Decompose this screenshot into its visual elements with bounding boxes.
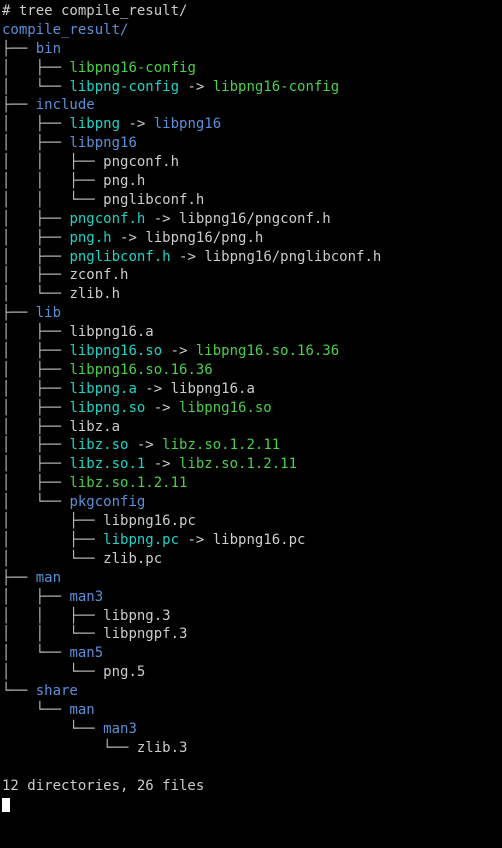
file-zlib-3: zlib.3: [137, 740, 188, 756]
file-libpng16-config: libpng16-config: [69, 60, 195, 76]
dir-include: include: [36, 97, 95, 113]
dir-share-man3: man3: [103, 721, 137, 737]
file-png-h: png.h: [103, 173, 145, 189]
tree-summary: 12 directories, 26 files: [2, 778, 204, 794]
file-pngconf-h: pngconf.h: [103, 154, 179, 170]
file-libpng16-so-16-36: libpng16.so.16.36: [69, 362, 212, 378]
dir-libpng16: libpng16: [69, 135, 136, 151]
symlink-target: libz.so.1.2.11: [162, 437, 280, 453]
symlink-libpng16-so: libpng16.so: [69, 343, 162, 359]
dir-pkgconfig: pkgconfig: [69, 494, 145, 510]
file-libpngpf-3: libpngpf.3: [103, 626, 187, 642]
symlink-libz-so: libz.so: [69, 437, 128, 453]
file-libpng16-pc: libpng16.pc: [103, 513, 196, 529]
dir-bin: bin: [36, 41, 61, 57]
dir-lib: lib: [36, 305, 61, 321]
file-libpng16-a: libpng16.a: [69, 324, 153, 340]
file-png-5: png.5: [103, 664, 145, 680]
symlink-target: libpng16/pngconf.h: [179, 211, 331, 227]
file-pnglibconf-h: pnglibconf.h: [103, 192, 204, 208]
symlink-target: libpng16: [154, 116, 221, 132]
symlink-libpng-so: libpng.so: [69, 400, 145, 416]
symlink-pngconf-h: pngconf.h: [69, 211, 145, 227]
symlink-libpng-config: libpng-config: [69, 79, 179, 95]
file-zlib-pc: zlib.pc: [103, 551, 162, 567]
dir-man3: man3: [69, 589, 103, 605]
symlink-libpng-pc: libpng.pc: [103, 532, 179, 548]
symlink-target: libpng16.a: [171, 381, 255, 397]
terminal-cursor[interactable]: [2, 798, 10, 812]
terminal-output: # tree compile_result/ compile_result/ ├…: [0, 0, 502, 814]
symlink-target: libpng16/png.h: [145, 230, 263, 246]
symlink-libz-so-1: libz.so.1: [69, 456, 145, 472]
dir-share-man: man: [69, 702, 94, 718]
symlink-libpng: libpng: [69, 116, 120, 132]
symlink-target: libpng16-config: [213, 79, 339, 95]
tree-line: ├──: [2, 41, 36, 57]
file-libpng-3: libpng.3: [103, 608, 170, 624]
dir-man: man: [36, 570, 61, 586]
file-libz-a: libz.a: [69, 419, 120, 435]
dir-man5: man5: [69, 645, 103, 661]
command-line: # tree compile_result/: [2, 3, 187, 19]
symlink-pnglibconf-h: pnglibconf.h: [69, 249, 170, 265]
symlink-target: libpng16/pnglibconf.h: [204, 249, 381, 265]
dir-share: share: [36, 683, 78, 699]
symlink-target: libpng16.pc: [213, 532, 306, 548]
symlink-libpng-a: libpng.a: [69, 381, 136, 397]
symlink-target: libpng16.so: [179, 400, 272, 416]
symlink-target: libpng16.so.16.36: [196, 343, 339, 359]
file-zlib-h: zlib.h: [69, 286, 120, 302]
tree-root: compile_result/: [2, 22, 128, 38]
file-zconf-h: zconf.h: [69, 267, 128, 283]
symlink-png-h: png.h: [69, 230, 111, 246]
symlink-target: libz.so.1.2.11: [179, 456, 297, 472]
file-libz-so-1-2-11: libz.so.1.2.11: [69, 475, 187, 491]
